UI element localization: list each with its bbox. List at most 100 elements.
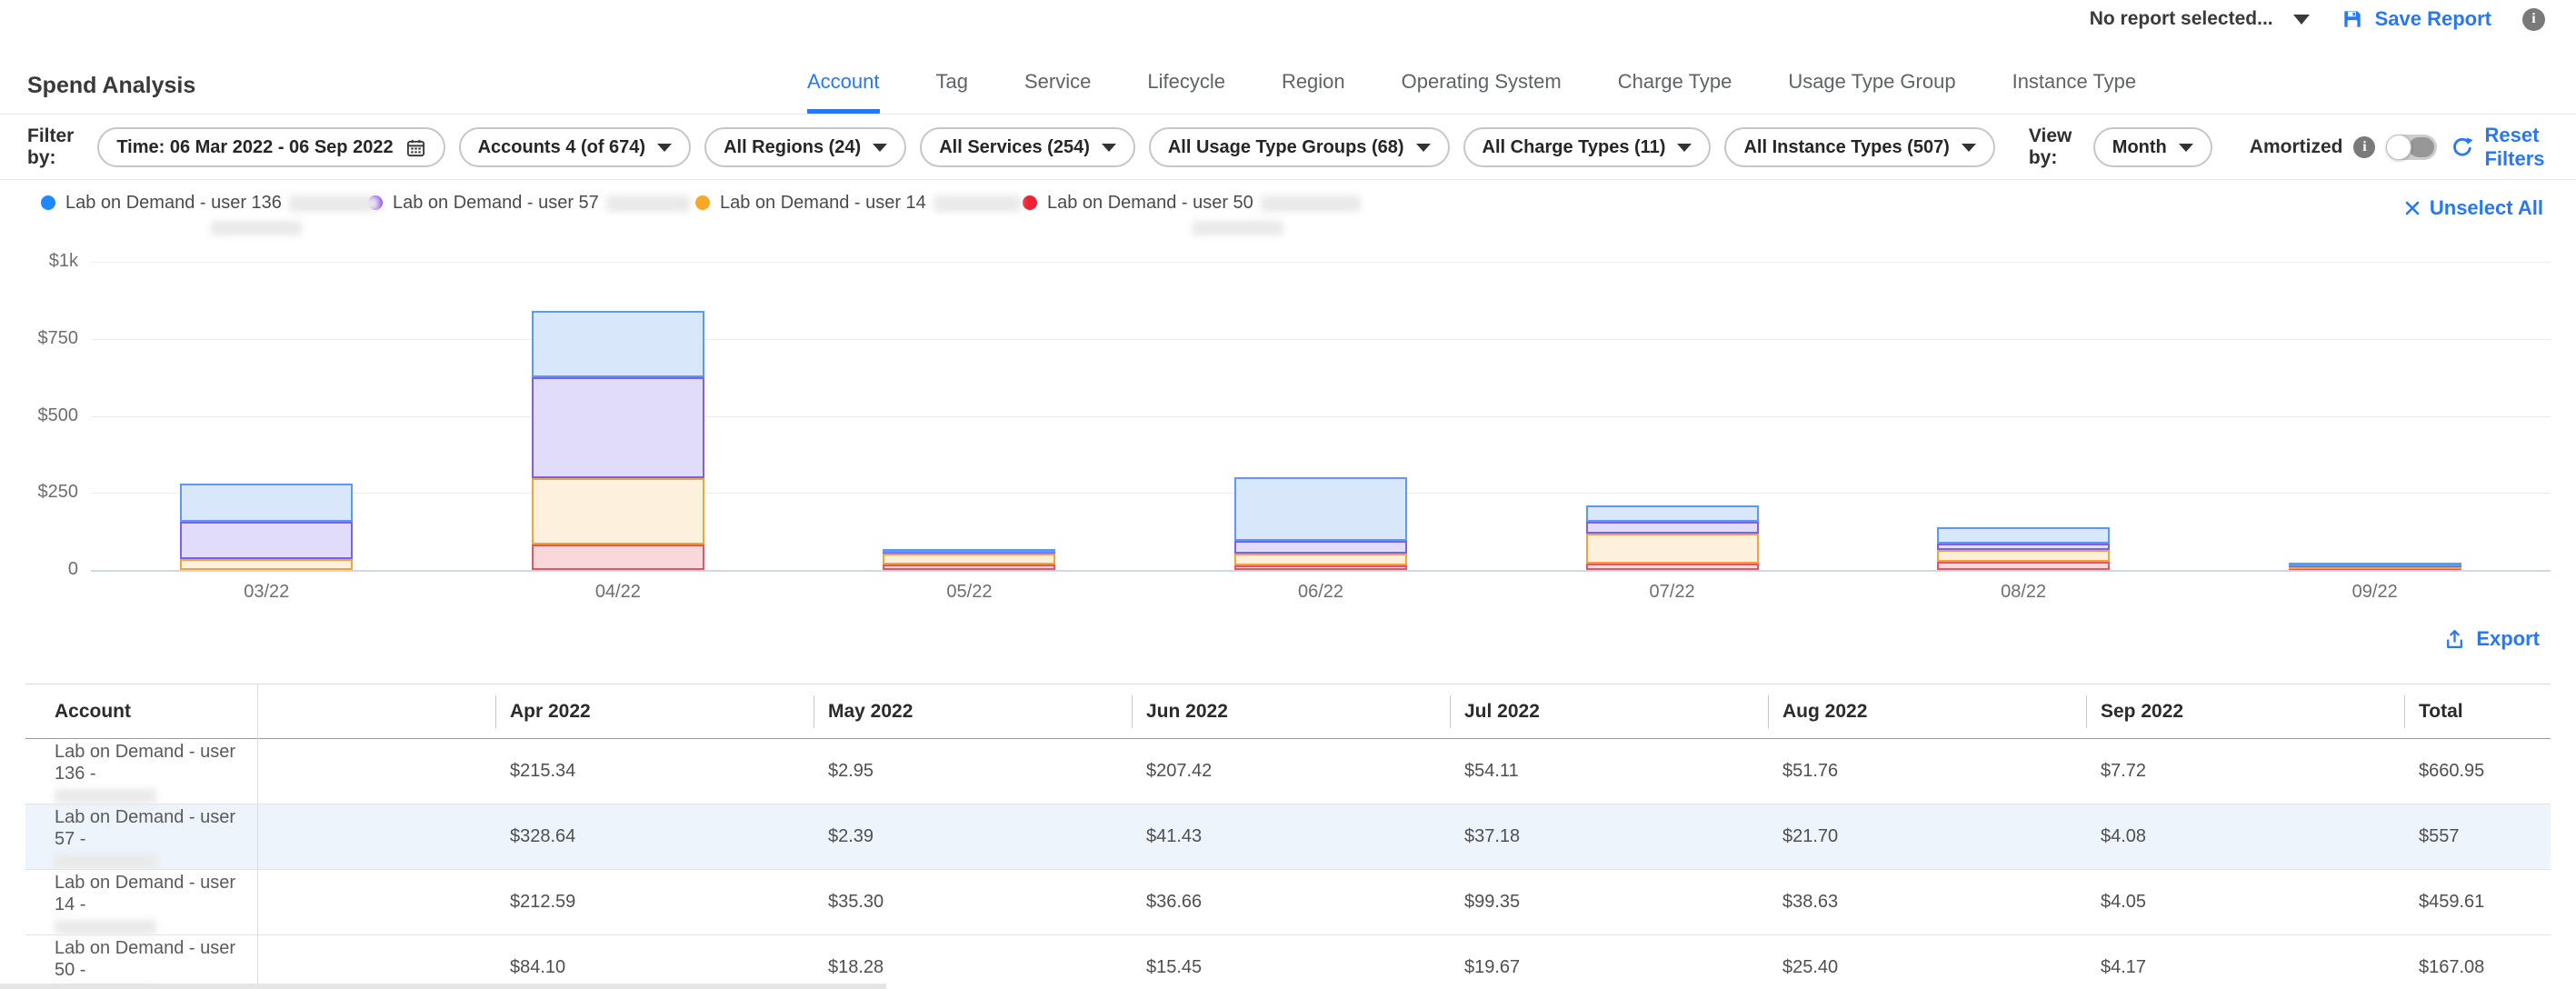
- table-row-lab-on-demand-user-14[interactable]: Lab on Demand - user 14 -$212.59$35.30$3…: [25, 870, 2551, 935]
- bar-segment-lab-on-demand-user-136[interactable]: [1234, 477, 1407, 541]
- y-tick-label: $500: [0, 405, 78, 426]
- amortized-label: Amortized: [2250, 136, 2343, 158]
- bar-segment-lab-on-demand-user-136[interactable]: [1586, 505, 1759, 522]
- tab-instance-type[interactable]: Instance Type: [2012, 70, 2137, 114]
- filter-pill-label: All Charge Types (11): [1483, 137, 1666, 158]
- legend-dot-icon: [695, 195, 710, 210]
- tab-service[interactable]: Service: [1024, 70, 1091, 114]
- save-report-button[interactable]: Save Report: [2341, 7, 2491, 31]
- filter-pill-all-instance-types-507[interactable]: All Instance Types (507): [1724, 127, 1994, 167]
- legend-item-lab-on-demand-user-50[interactable]: Lab on Demand - user 50: [1023, 193, 1350, 235]
- bar-segment-lab-on-demand-user-136[interactable]: [883, 549, 1055, 553]
- value-cell: $557: [2404, 804, 2551, 870]
- table-row-lab-on-demand-user-136[interactable]: Lab on Demand - user 136 -$215.34$2.95$2…: [25, 739, 2551, 804]
- horizontal-scrollbar[interactable]: [0, 984, 886, 989]
- legend-items: Lab on Demand - user 136Lab on Demand - …: [41, 193, 1350, 235]
- filter-pill-label: All Instance Types (507): [1743, 137, 1949, 158]
- legend-item-lab-on-demand-user-136[interactable]: Lab on Demand - user 136: [41, 193, 368, 235]
- info-icon[interactable]: i: [2522, 8, 2545, 31]
- table-row-lab-on-demand-user-50[interactable]: Lab on Demand - user 50 -$84.10$18.28$15…: [25, 935, 2551, 989]
- table-row-lab-on-demand-user-57[interactable]: Lab on Demand - user 57 -$328.64$2.39$41…: [25, 804, 2551, 870]
- report-selector-dropdown[interactable]: No report selected...: [2090, 8, 2310, 30]
- export-row: Export: [2443, 627, 2540, 651]
- x-axis-line: [91, 570, 2551, 572]
- caret-down-icon: [1962, 144, 1976, 152]
- bar-segment-lab-on-demand-user-136[interactable]: [2289, 563, 2461, 566]
- legend-dot-icon: [41, 195, 55, 210]
- tab-operating-system[interactable]: Operating System: [1402, 70, 1562, 114]
- value-cell: $21.70: [1768, 804, 2086, 870]
- spend-stacked-bar-chart: $1k$750$500$2500 03/2204/2205/2206/2207/…: [0, 244, 2576, 607]
- column-header-account: Account: [25, 684, 257, 739]
- tab-usage-type-group[interactable]: Usage Type Group: [1788, 70, 1955, 114]
- filter-pill-all-services-254[interactable]: All Services (254): [920, 127, 1135, 167]
- column-header-total: Total: [2404, 684, 2551, 739]
- column-header-text: May 2022: [814, 695, 913, 728]
- bar-segment-lab-on-demand-user-14[interactable]: [883, 554, 1055, 564]
- filter-pill-all-regions-24[interactable]: All Regions (24): [704, 127, 906, 167]
- tab-account[interactable]: Account: [807, 70, 880, 114]
- bar-segment-lab-on-demand-user-14[interactable]: [1234, 554, 1407, 564]
- filter-pill-all-charge-types-11[interactable]: All Charge Types (11): [1463, 127, 1712, 167]
- bar-segment-lab-on-demand-user-136[interactable]: [532, 311, 704, 377]
- unselect-all-button[interactable]: Unselect All: [2403, 196, 2543, 220]
- tab-charge-type[interactable]: Charge Type: [1618, 70, 1732, 114]
- save-icon: [2341, 7, 2364, 31]
- tab-tag[interactable]: Tag: [936, 70, 968, 114]
- legend-line1: Lab on Demand - user 136: [65, 193, 380, 214]
- value-cell: $328.64: [495, 804, 814, 870]
- filter-pill-label: All Usage Type Groups (68): [1168, 137, 1404, 158]
- bar-segment-lab-on-demand-user-14[interactable]: [532, 478, 704, 544]
- filter-pill-accounts-4-of-674[interactable]: Accounts 4 (of 674): [459, 127, 691, 167]
- gridline: [91, 416, 2551, 417]
- account-name: Lab on Demand - user 14 -: [55, 870, 257, 915]
- value-cell: $25.40: [1768, 935, 2086, 989]
- value-cell: $4.08: [2086, 804, 2404, 870]
- column-header-spacer: [257, 684, 495, 739]
- bar-segment-lab-on-demand-user-57[interactable]: [180, 522, 353, 559]
- bar-segment-lab-on-demand-user-136[interactable]: [1937, 527, 2110, 544]
- bar-segment-lab-on-demand-user-50[interactable]: [532, 544, 704, 571]
- tab-lifecycle[interactable]: Lifecycle: [1147, 70, 1225, 114]
- caret-down-icon: [1102, 144, 1116, 152]
- tab-region[interactable]: Region: [1282, 70, 1345, 114]
- bar-segment-lab-on-demand-user-136[interactable]: [180, 484, 353, 522]
- value-cell: $19.67: [1450, 935, 1768, 989]
- bar-segment-lab-on-demand-user-14[interactable]: [1937, 550, 2110, 562]
- account-cell: Lab on Demand - user 57 -: [25, 804, 257, 870]
- filter-pill-time-06-mar-2022-06-sep-2022[interactable]: Time: 06 Mar 2022 - 06 Sep 2022: [97, 127, 444, 167]
- bar-segment-lab-on-demand-user-14[interactable]: [180, 559, 353, 570]
- value-cell: $167.08: [2404, 935, 2551, 989]
- filter-pill-month[interactable]: Month: [2093, 127, 2212, 167]
- column-header-text: Apr 2022: [495, 695, 591, 728]
- caret-down-icon: [873, 144, 887, 152]
- value-cell: $54.11: [1450, 739, 1768, 804]
- export-button[interactable]: Export: [2443, 627, 2540, 651]
- plot-area: [91, 262, 2551, 570]
- filter-pill-label: All Regions (24): [724, 137, 861, 158]
- bar-segment-lab-on-demand-user-50[interactable]: [1937, 562, 2110, 570]
- bar-segment-lab-on-demand-user-50[interactable]: [1586, 564, 1759, 570]
- value-cell: $4.17: [2086, 935, 2404, 989]
- column-header-text: Aug 2022: [1768, 695, 1867, 728]
- redacted-text: [55, 789, 156, 804]
- calendar-icon: [405, 137, 426, 158]
- bar-segment-lab-on-demand-user-57[interactable]: [1937, 544, 2110, 550]
- bar-segment-lab-on-demand-user-14[interactable]: [1586, 534, 1759, 564]
- reset-filters-button[interactable]: Reset Filters: [2451, 124, 2545, 171]
- info-icon[interactable]: i: [2353, 136, 2375, 158]
- x-tick-label: 05/22: [905, 582, 1033, 603]
- bar-segment-lab-on-demand-user-57[interactable]: [1234, 541, 1407, 554]
- x-tick-label: 09/22: [2311, 582, 2439, 603]
- legend-item-lab-on-demand-user-57[interactable]: Lab on Demand - user 57: [368, 193, 695, 235]
- amortized-toggle[interactable]: [2386, 135, 2437, 160]
- filter-pill-all-usage-type-groups-68[interactable]: All Usage Type Groups (68): [1149, 127, 1450, 167]
- caret-down-icon: [1416, 144, 1431, 152]
- value-cell: $2.39: [814, 804, 1132, 870]
- legend-item-lab-on-demand-user-14[interactable]: Lab on Demand - user 14: [695, 193, 1023, 235]
- gridline: [91, 339, 2551, 340]
- bar-segment-lab-on-demand-user-57[interactable]: [1586, 522, 1759, 534]
- bar-segment-lab-on-demand-user-57[interactable]: [532, 377, 704, 478]
- legend-dot-icon: [1023, 195, 1037, 210]
- value-cell: $2.95: [814, 739, 1132, 804]
